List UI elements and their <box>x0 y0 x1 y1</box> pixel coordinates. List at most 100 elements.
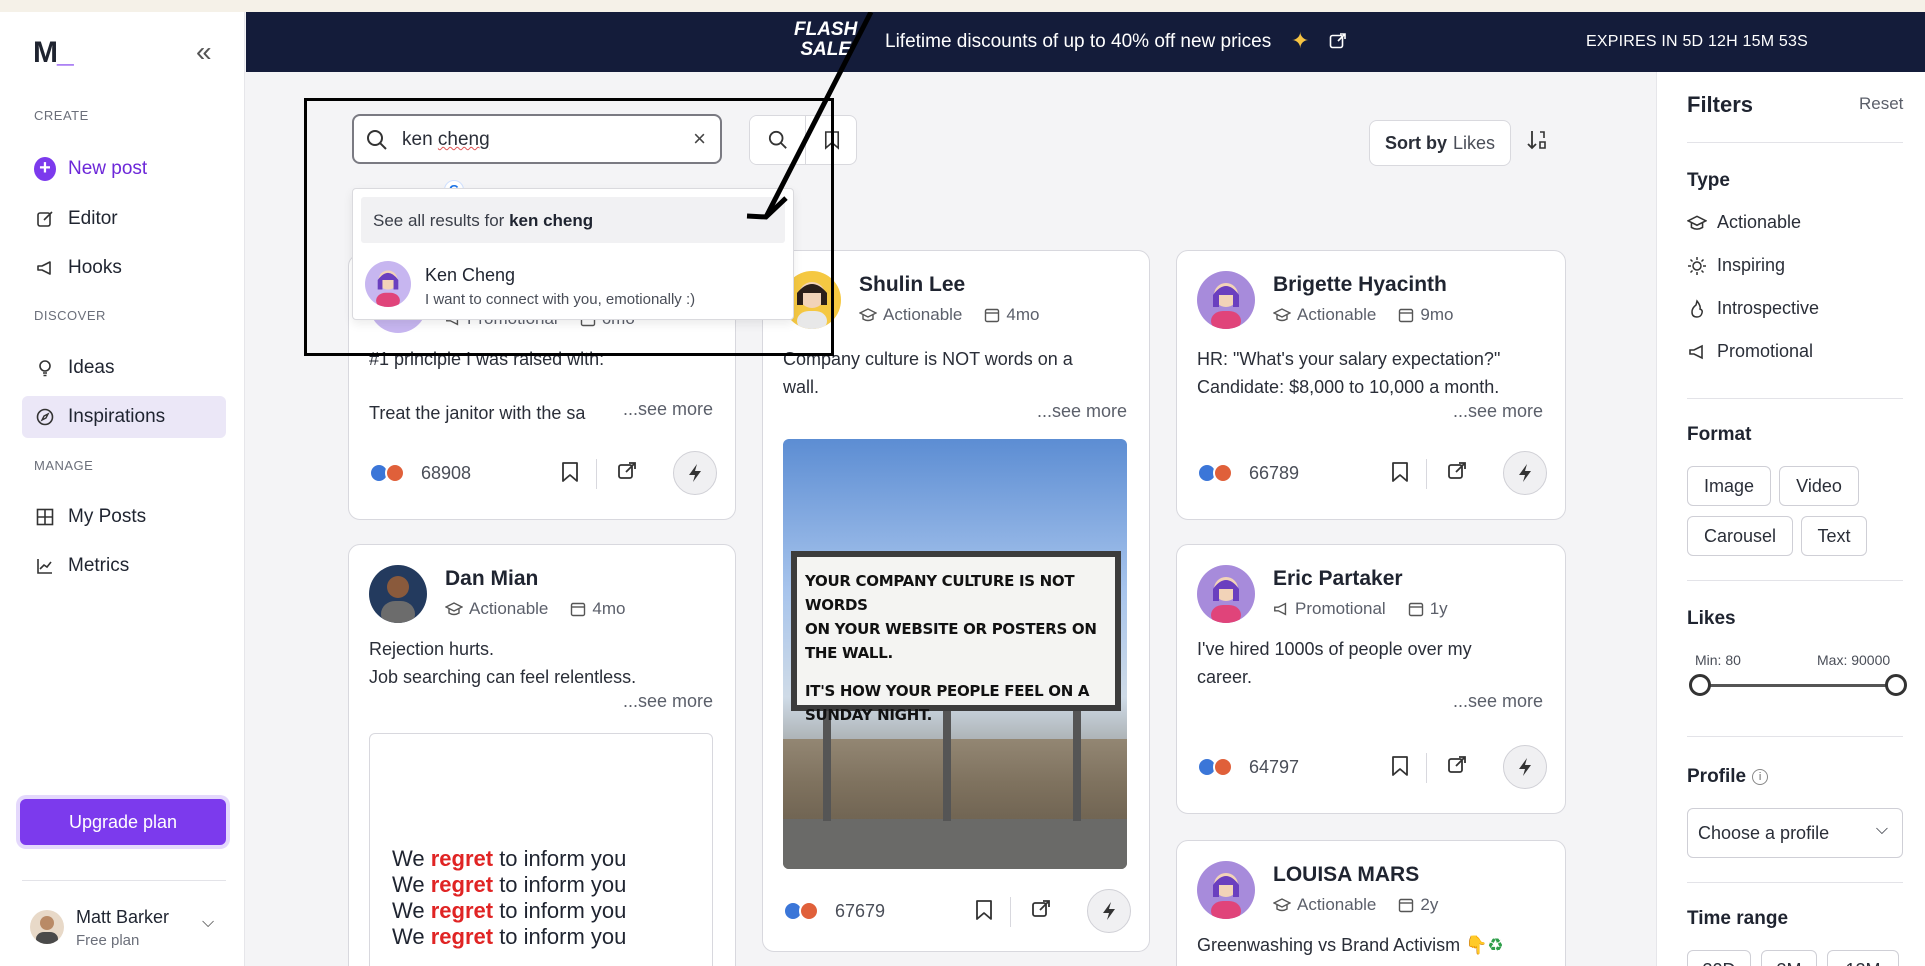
upgrade-plan-button[interactable]: Upgrade plan <box>20 799 226 845</box>
like-count: 64797 <box>1249 757 1300 777</box>
compass-icon <box>34 406 56 428</box>
filters-title: Filters <box>1687 92 1754 117</box>
sale-countdown: EXPIRES IN 5D 12H 15M 53S <box>1586 33 1808 50</box>
billboard-pole <box>943 711 951 821</box>
filter-type-introspective[interactable]: Introspective <box>1687 298 1819 319</box>
post-footer: 64797 <box>1197 745 1547 791</box>
open-post-icon[interactable] <box>1447 755 1467 775</box>
open-post-icon[interactable] <box>1447 461 1467 481</box>
see-more-link[interactable]: ...see more <box>1453 401 1543 422</box>
time-chip-12m[interactable]: 12M <box>1827 950 1899 966</box>
post-image[interactable]: YOUR COMPANY CULTURE IS NOT WORDS ON YOU… <box>783 439 1127 869</box>
calendar-icon <box>1398 307 1414 323</box>
format-chip-carousel[interactable]: Carousel <box>1687 516 1793 556</box>
filter-profile-label: Profile i <box>1687 766 1769 788</box>
format-chip-image[interactable]: Image <box>1687 466 1771 506</box>
user-avatar[interactable] <box>30 910 64 944</box>
external-link-icon[interactable] <box>1329 32 1347 50</box>
app-window: M_ « CREATE + New post Editor Hooks DISC… <box>0 12 1925 966</box>
inspirations-feed: Promotional 6mo #1 principle I was raise… <box>246 12 1656 966</box>
bookmark-icon[interactable] <box>975 899 993 921</box>
plus-icon: + <box>34 157 56 181</box>
open-post-icon[interactable] <box>617 461 637 481</box>
sidebar-item-metrics[interactable]: Metrics <box>22 545 226 587</box>
author-name[interactable]: LOUISA MARS <box>1273 863 1419 887</box>
post-footer: 66789 <box>1197 451 1547 497</box>
lightning-icon[interactable] <box>1087 889 1131 933</box>
author-avatar[interactable] <box>1197 271 1255 329</box>
sort-direction-icon[interactable] <box>1526 128 1550 152</box>
lightning-icon[interactable] <box>673 451 717 495</box>
sidebar-item-new-post[interactable]: + New post <box>22 148 226 190</box>
flash-sale-banner[interactable]: FLASH SALE Lifetime discounts of up to 40… <box>246 12 1925 72</box>
post-meta: Actionable 2y <box>1273 895 1438 915</box>
format-chip-text[interactable]: Text <box>1801 516 1867 556</box>
sidebar: M_ « CREATE + New post Editor Hooks DISC… <box>0 12 245 966</box>
divider <box>1010 897 1011 927</box>
author-avatar[interactable] <box>369 565 427 623</box>
post-text: wall. <box>783 377 820 397</box>
graduation-cap-icon <box>1273 307 1291 323</box>
sidebar-item-hooks[interactable]: Hooks <box>22 247 226 289</box>
see-more-link[interactable]: ...see more <box>623 691 713 712</box>
likes-slider-max-handle[interactable] <box>1885 674 1907 696</box>
lightning-icon[interactable] <box>1503 451 1547 495</box>
sidebar-item-label: Editor <box>68 208 118 229</box>
sidebar-item-label: Hooks <box>68 257 122 278</box>
like-count: 68908 <box>421 463 472 483</box>
sidebar-item-ideas[interactable]: Ideas <box>22 347 226 389</box>
billboard-text: ON YOUR WEBSITE OR POSTERS ON THE WALL. <box>805 620 1097 662</box>
time-chip-3m[interactable]: 3M <box>1761 950 1817 966</box>
author-avatar[interactable] <box>1197 565 1255 623</box>
info-icon[interactable]: i <box>1752 769 1769 785</box>
likes-slider-track[interactable] <box>1699 684 1895 687</box>
post-meta: Actionable 4mo <box>859 305 1039 325</box>
see-more-link[interactable]: ...see more <box>1037 401 1127 422</box>
filter-type-actionable[interactable]: Actionable <box>1687 212 1801 233</box>
filter-type-promotional[interactable]: Promotional <box>1687 341 1813 362</box>
bookmark-icon[interactable] <box>1391 461 1409 483</box>
sidebar-item-my-posts[interactable]: My Posts <box>22 496 226 538</box>
post-meta: Actionable 9mo <box>1273 305 1453 325</box>
user-name[interactable]: Matt Barker <box>76 907 169 928</box>
sidebar-item-inspirations[interactable]: Inspirations <box>22 396 226 438</box>
post-text: Greenwashing vs Brand Activism 👇♻ <box>1197 935 1504 955</box>
filter-type-inspiring[interactable]: Inspiring <box>1687 255 1785 276</box>
likes-slider-min-handle[interactable] <box>1689 674 1711 696</box>
chevron-down-icon[interactable]: ⌵ <box>202 914 214 932</box>
profile-select[interactable]: Choose a profile ⌵ <box>1687 808 1903 858</box>
reset-button[interactable]: Reset <box>1859 94 1903 114</box>
post-card-3[interactable]: Brigette Hyacinth Actionable 9mo HR: "Wh… <box>1176 250 1566 520</box>
lightning-icon[interactable] <box>1503 745 1547 789</box>
see-more-link[interactable]: ...see more <box>1453 691 1543 712</box>
author-name[interactable]: Eric Partaker <box>1273 567 1403 591</box>
post-image[interactable]: We regret to inform you We regret to inf… <box>369 733 713 966</box>
reactions-icon <box>1197 757 1233 777</box>
post-text: Job searching can feel relentless. <box>369 667 637 687</box>
bookmark-icon[interactable] <box>561 461 579 483</box>
post-card-5[interactable]: Eric Partaker Promotional 1y I've hired … <box>1176 544 1566 814</box>
calendar-icon <box>1408 601 1424 617</box>
collapse-sidebar-icon[interactable]: « <box>196 36 212 68</box>
sidebar-item-editor[interactable]: Editor <box>22 198 226 240</box>
megaphone-icon <box>1689 344 1703 359</box>
author-name[interactable]: Dan Mian <box>445 567 538 591</box>
sun-icon <box>1688 256 1706 275</box>
banner-message: Lifetime discounts of up to 40% off new … <box>885 31 1272 52</box>
billboard-pole <box>823 711 831 821</box>
author-name[interactable]: Brigette Hyacinth <box>1273 273 1447 297</box>
author-avatar[interactable] <box>1197 861 1255 919</box>
post-card-6[interactable]: LOUISA MARS Actionable 2y Greenwashing v… <box>1176 840 1566 966</box>
time-chip-30d[interactable]: 30D <box>1687 950 1751 966</box>
emoji-icon: 👇 <box>1465 935 1488 955</box>
open-post-icon[interactable] <box>1031 899 1051 919</box>
sort-button[interactable]: Sort by Likes <box>1369 120 1511 166</box>
post-card-4[interactable]: Dan Mian Actionable 4mo Rejection hurts.… <box>348 544 736 966</box>
post-meta: Actionable 4mo <box>445 599 625 619</box>
app-logo[interactable]: M_ <box>33 36 74 70</box>
bookmark-icon[interactable] <box>1391 755 1409 777</box>
format-chip-video[interactable]: Video <box>1779 466 1859 506</box>
graduation-cap-icon <box>1273 897 1291 913</box>
divider <box>1687 736 1903 737</box>
see-more-link[interactable]: ...see more <box>623 399 713 420</box>
